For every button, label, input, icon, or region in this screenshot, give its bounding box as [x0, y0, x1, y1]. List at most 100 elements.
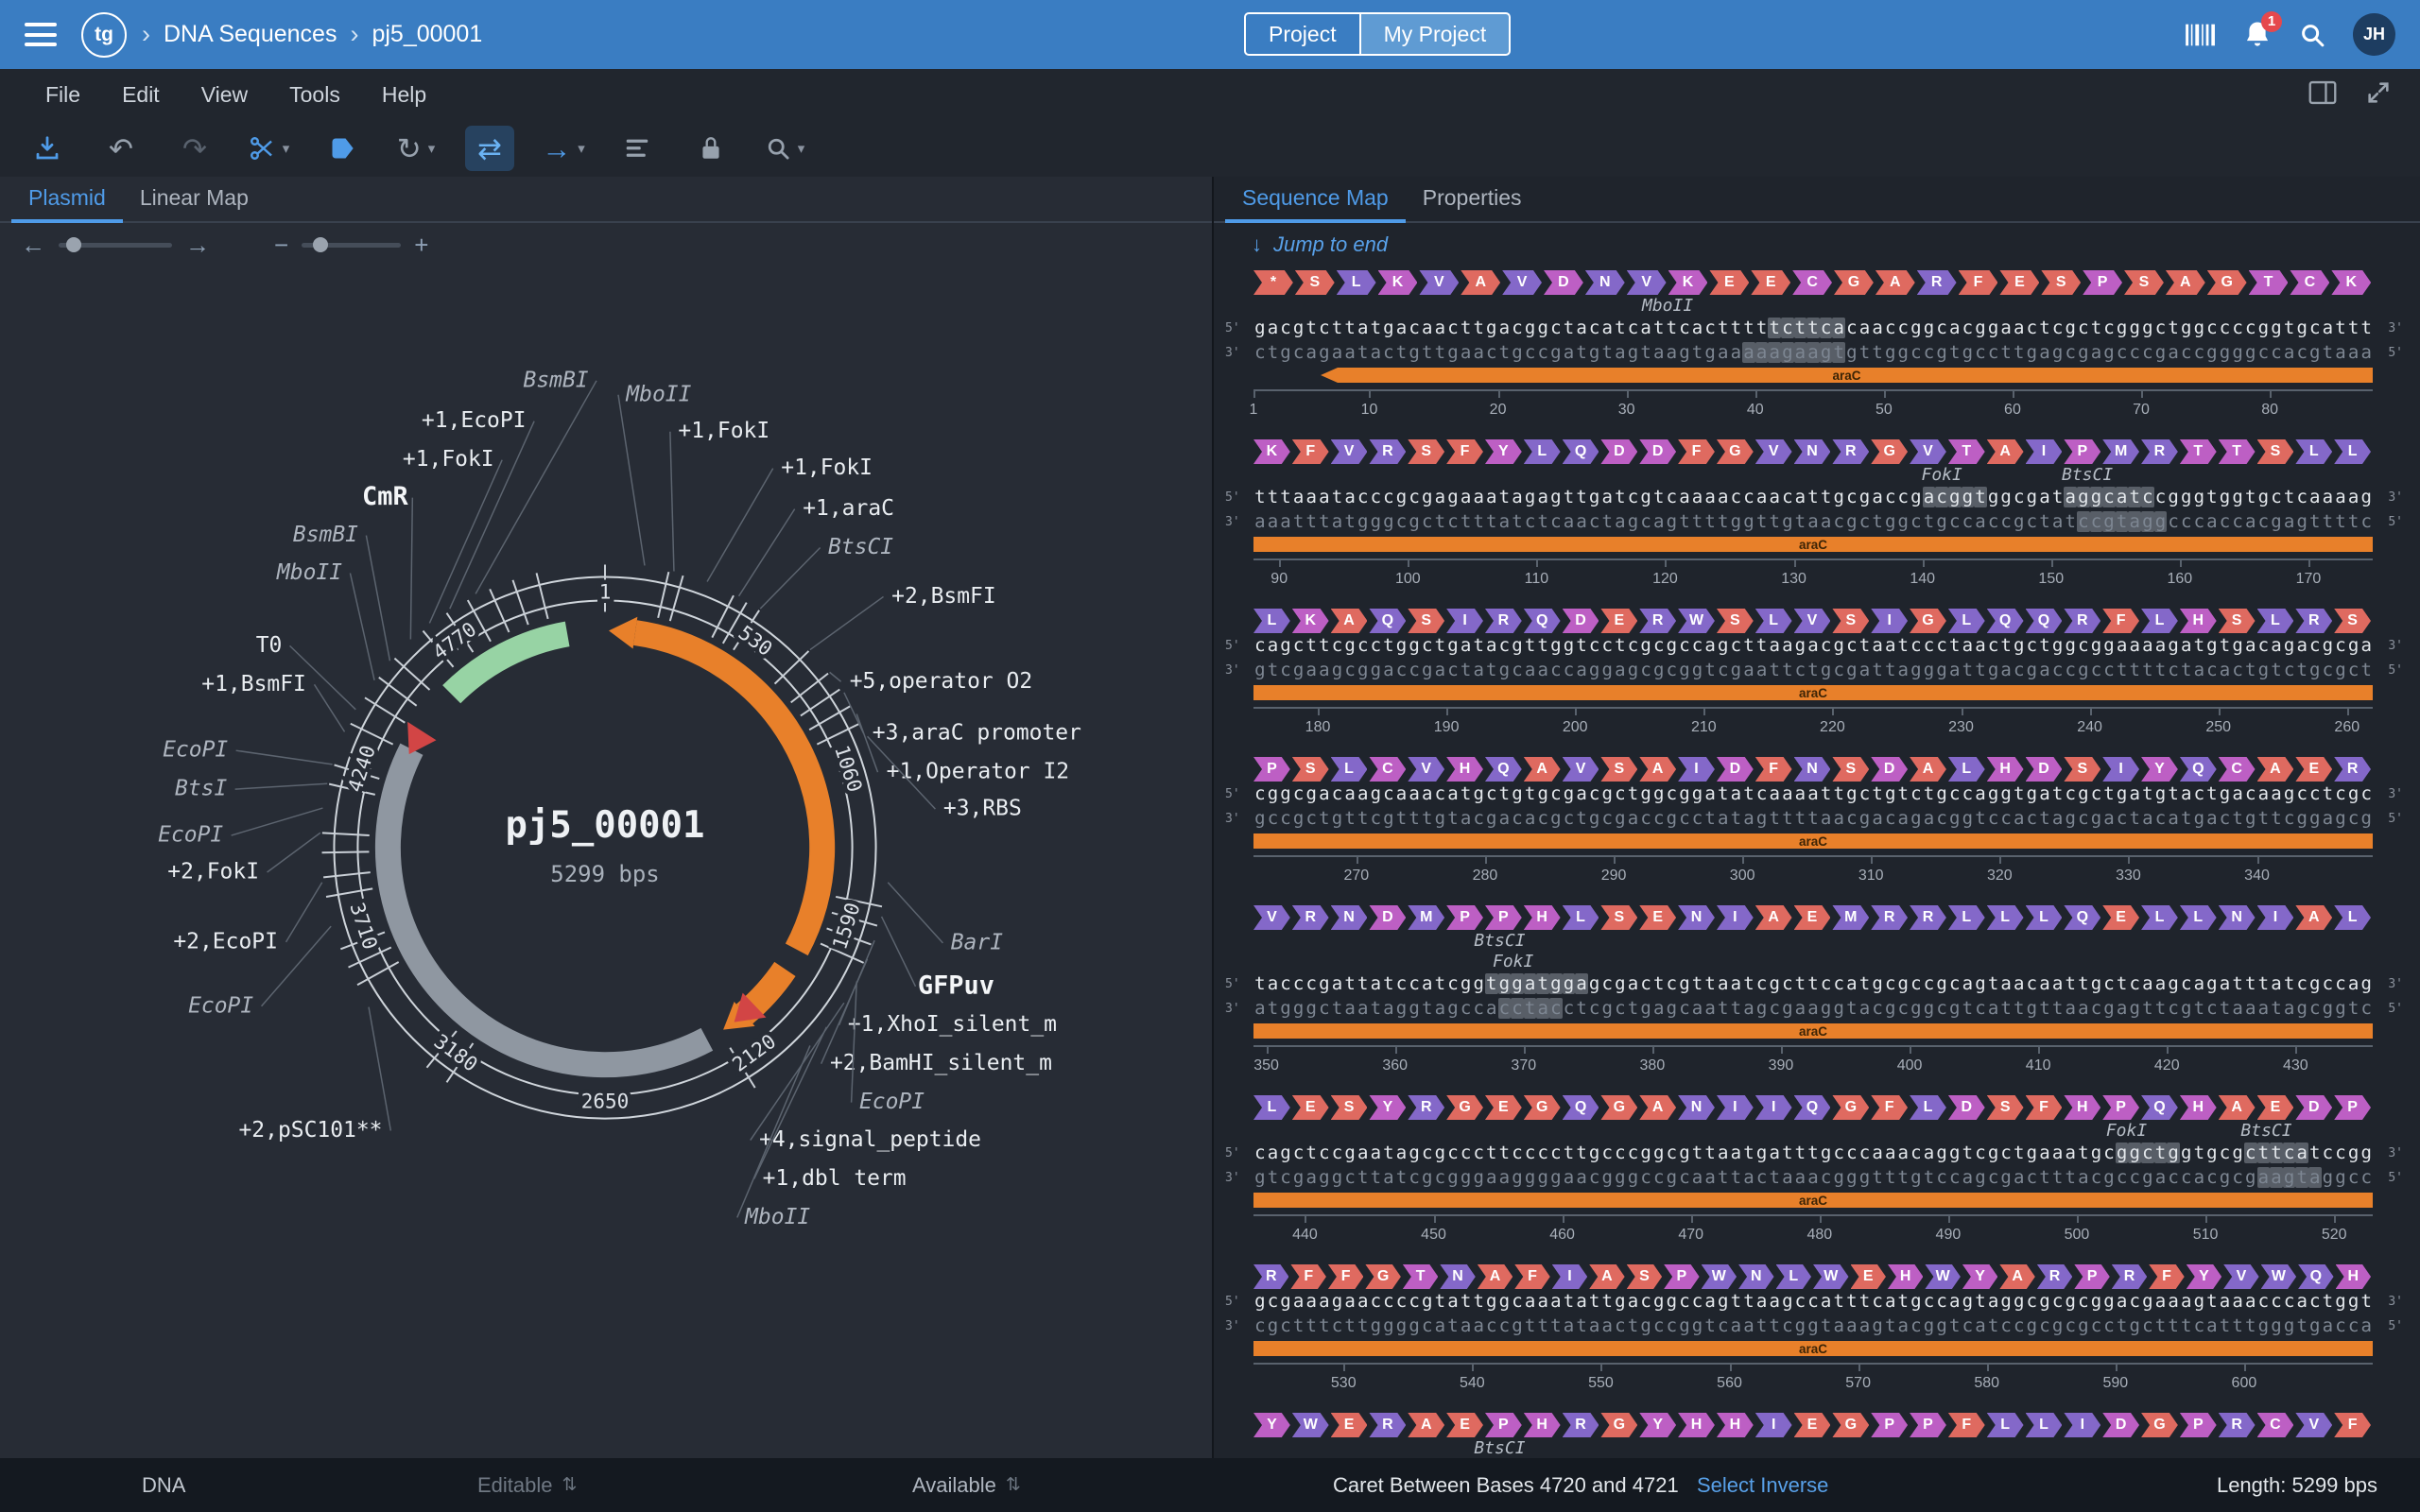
aa-residue[interactable]: V — [1563, 757, 1599, 782]
amino-acid-row[interactable]: YWERAEPHRGYHHIEGPPFLLIDGPRCVF — [1253, 1413, 2373, 1437]
map-label[interactable]: CmR — [362, 482, 408, 511]
aa-residue[interactable]: R — [1408, 1095, 1444, 1120]
aa-residue[interactable]: H — [2336, 1264, 2371, 1289]
aa-residue[interactable]: N — [1678, 1095, 1715, 1120]
app-logo[interactable]: tg — [81, 12, 127, 58]
map-label[interactable]: +1,FokI — [781, 455, 873, 480]
aa-residue[interactable]: P — [2180, 1413, 2217, 1437]
rotate-tool-button[interactable]: ↻▾ — [391, 126, 441, 171]
aa-residue[interactable]: L — [2141, 609, 2178, 633]
aa-residue[interactable]: F — [2026, 1095, 2063, 1120]
map-label[interactable]: +1,Operator I2 — [887, 760, 1069, 784]
aa-residue[interactable]: S — [1600, 905, 1637, 930]
amino-acid-row[interactable]: VRNDMPPHLSENIAEMRRLLLQELLNIAL — [1253, 905, 2373, 930]
aa-residue[interactable]: N — [2219, 905, 2256, 930]
aa-residue[interactable]: P — [2064, 439, 2100, 464]
map-label[interactable]: +3,araC promoter — [873, 721, 1081, 746]
aa-residue[interactable]: R — [1369, 439, 1406, 464]
top-strand[interactable]: 5'tacccgattatccatcggtggatggagcgactcgttaa… — [1253, 971, 2373, 996]
aa-residue[interactable]: P — [1485, 905, 1522, 930]
map-label[interactable]: +2,BamHI_silent_m — [830, 1051, 1052, 1075]
aa-residue[interactable]: R — [2141, 439, 2178, 464]
select-inverse-link[interactable]: Select Inverse — [1697, 1458, 1828, 1512]
aa-residue[interactable]: M — [1408, 905, 1444, 930]
aa-residue[interactable]: I — [1755, 1095, 1792, 1120]
aa-residue[interactable]: W — [2261, 1264, 2296, 1289]
aa-residue[interactable]: I — [2102, 757, 2139, 782]
aa-residue[interactable]: P — [1664, 1264, 1699, 1289]
amino-acid-row[interactable]: RFFGTNAFIASPWNLWEHWYARPRFYVWQH — [1253, 1264, 2373, 1289]
aa-residue[interactable]: F — [1959, 270, 1998, 295]
aa-residue[interactable]: N — [1585, 270, 1625, 295]
aa-residue[interactable]: Q — [2026, 609, 2063, 633]
aa-residue[interactable]: L — [1524, 439, 1561, 464]
aa-residue[interactable]: L — [2295, 439, 2332, 464]
aa-residue[interactable]: F — [1446, 439, 1483, 464]
map-label[interactable]: +4,signal_peptide — [759, 1127, 981, 1152]
aa-residue[interactable]: S — [2041, 270, 2081, 295]
cutsite-label[interactable]: FokI — [1921, 465, 1962, 485]
map-label[interactable]: +1,EcoPI — [422, 408, 527, 433]
aa-residue[interactable]: I — [1552, 1264, 1587, 1289]
aa-residue[interactable]: Q — [1794, 1095, 1831, 1120]
aa-residue[interactable]: N — [1440, 1264, 1475, 1289]
panel-toggle-icon[interactable] — [2308, 80, 2337, 110]
aa-residue[interactable]: K — [1253, 439, 1290, 464]
top-strand[interactable]: 5'gcgaaagaaccccgtattggcaaatattgacggccagt… — [1253, 1289, 2373, 1314]
cutsite-tick[interactable] — [658, 572, 668, 618]
aa-residue[interactable]: L — [1253, 1095, 1290, 1120]
top-strand[interactable]: 5'cagcttcgcctggctgatacgttggtcctcgcgccagc… — [1253, 633, 2373, 658]
tab-linear-map[interactable]: Linear Map — [123, 177, 266, 223]
feature-bar-arac[interactable]: araC — [1253, 833, 2373, 849]
aa-residue[interactable]: A — [1987, 439, 2024, 464]
tab-sequence-map[interactable]: Sequence Map — [1225, 177, 1406, 223]
aa-residue[interactable]: Y — [1253, 1413, 1290, 1437]
aa-residue[interactable]: N — [1794, 439, 1831, 464]
aa-residue[interactable]: R — [2037, 1264, 2072, 1289]
aa-residue[interactable]: C — [2290, 270, 2329, 295]
aa-residue[interactable]: A — [1331, 609, 1368, 633]
undo-button[interactable]: ↶ — [96, 126, 146, 171]
menu-file[interactable]: File — [25, 77, 101, 113]
aa-residue[interactable]: V — [1910, 439, 1946, 464]
map-label[interactable]: +3,RBS — [943, 797, 1022, 821]
jump-to-end-link[interactable]: Jump to end — [1273, 232, 1388, 257]
aa-residue[interactable]: D — [1600, 439, 1637, 464]
aa-residue[interactable]: R — [1917, 270, 1957, 295]
aa-residue[interactable]: G — [1910, 609, 1946, 633]
aa-residue[interactable]: G — [1832, 1095, 1869, 1120]
cutsite-label[interactable]: FokI — [2106, 1121, 2147, 1141]
aa-residue[interactable]: D — [1563, 609, 1599, 633]
aa-residue[interactable]: C — [2219, 757, 2256, 782]
aa-residue[interactable]: Y — [1639, 1413, 1676, 1437]
aa-residue[interactable]: R — [1910, 905, 1946, 930]
map-label[interactable]: MboII — [276, 560, 342, 585]
aa-residue[interactable]: R — [1563, 1413, 1599, 1437]
aa-residue[interactable]: H — [2180, 609, 2217, 633]
map-label[interactable]: +1,XhoI_silent_m — [848, 1012, 1057, 1037]
cutsite-label[interactable]: BtsCI — [1474, 931, 1525, 951]
feature-bar-arac[interactable]: araC — [1321, 368, 2373, 383]
bottom-strand[interactable]: 3'gtcgaagcggaccgactatgcaaccaggagcgcggtcg… — [1253, 658, 2373, 682]
aa-residue[interactable]: P — [1871, 1413, 1908, 1437]
map-label[interactable]: +1,araC — [803, 496, 894, 521]
aa-residue[interactable]: P — [2334, 1095, 2371, 1120]
aa-residue[interactable]: S — [2064, 757, 2100, 782]
aa-residue[interactable]: I — [1717, 905, 1754, 930]
zoom-in-button[interactable]: + — [414, 232, 428, 257]
aa-residue[interactable]: W — [1702, 1264, 1737, 1289]
aa-residue[interactable]: C — [2257, 1413, 2294, 1437]
aa-residue[interactable]: C — [1369, 757, 1406, 782]
bottom-strand[interactable]: 3'gccgctgttcgtttgtacgacacgctgcgaccgcctat… — [1253, 806, 2373, 831]
top-strand[interactable]: 5'cagctccgaatagcgcccttccccttgcccggcgttaa… — [1253, 1141, 2373, 1165]
breadcrumb-dna-sequences[interactable]: DNA Sequences — [164, 21, 337, 48]
aa-residue[interactable]: L — [2026, 1413, 2063, 1437]
aa-residue[interactable]: G — [2141, 1413, 2178, 1437]
aa-residue[interactable]: E — [1851, 1264, 1886, 1289]
aa-residue[interactable]: L — [2180, 905, 2217, 930]
aa-residue[interactable]: D — [1871, 757, 1908, 782]
bottom-strand[interactable]: 3'cgctttcttggggcataaccgtttataactgccggtca… — [1253, 1314, 2373, 1338]
aa-residue[interactable]: V — [1627, 270, 1667, 295]
aa-residue[interactable]: N — [1738, 1264, 1773, 1289]
aa-residue[interactable]: A — [1639, 1095, 1676, 1120]
